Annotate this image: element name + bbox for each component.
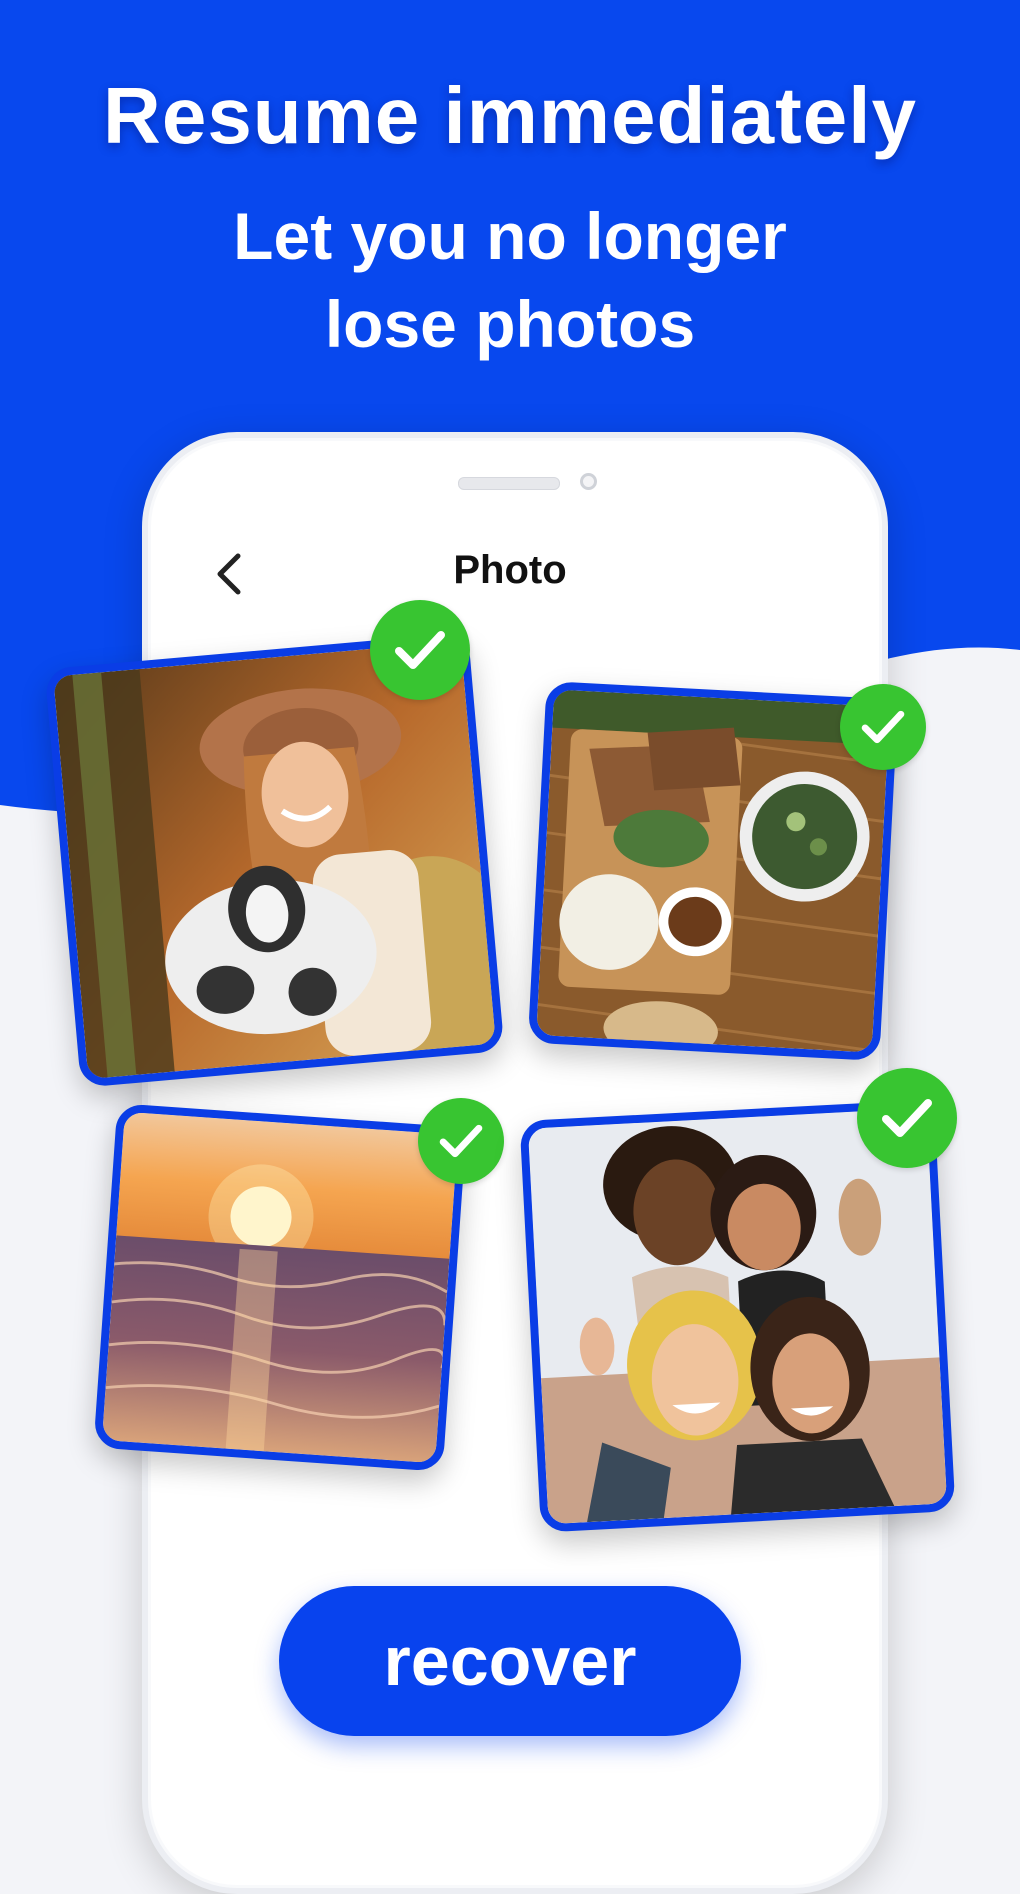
photo-thumbnail-sunset-sea[interactable] xyxy=(93,1103,467,1472)
recover-button[interactable]: recover xyxy=(279,1586,741,1736)
checkmark-icon xyxy=(370,600,470,700)
checkmark-icon xyxy=(857,1068,957,1168)
checkmark-icon xyxy=(418,1098,504,1184)
screen-title: Photo xyxy=(453,548,567,592)
photo-thumbnail-woman-with-goat[interactable] xyxy=(44,632,505,1088)
headline: Resume immediately xyxy=(103,71,917,160)
checkmark-icon xyxy=(840,684,926,770)
phone-camera xyxy=(580,473,597,490)
chevron-left-icon xyxy=(217,553,241,595)
subheadline: Let you no longer lose photos xyxy=(233,199,787,361)
phone-speaker xyxy=(458,477,560,490)
back-button[interactable] xyxy=(208,550,252,598)
